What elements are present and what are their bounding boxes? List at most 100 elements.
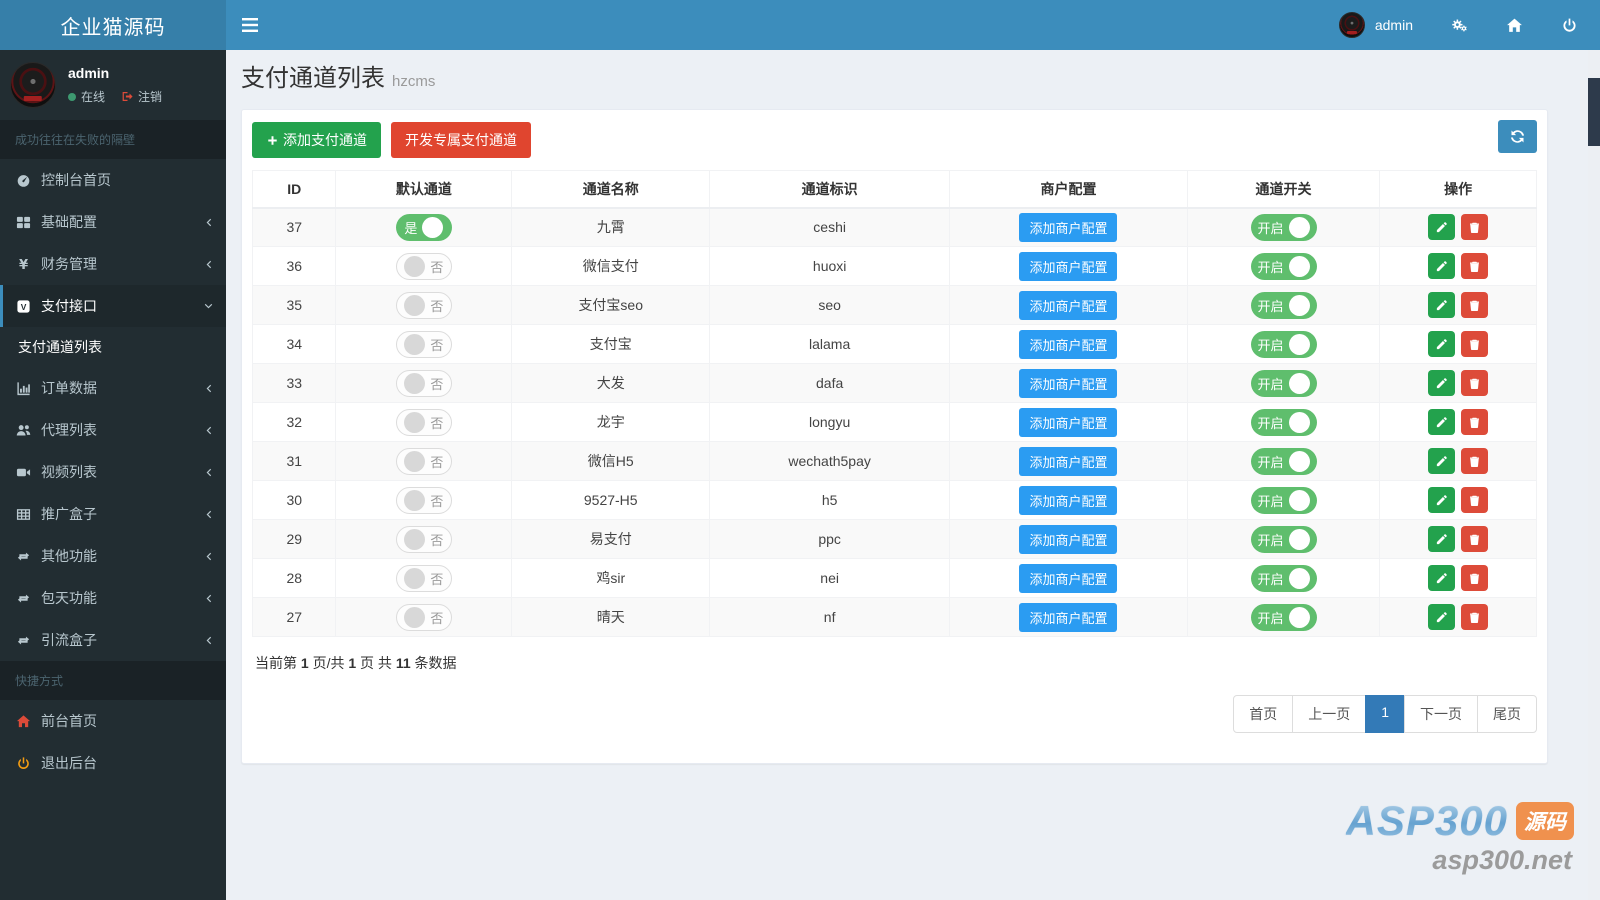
sidebar-toggle-button[interactable] bbox=[226, 0, 274, 50]
sidebar-item-exit-backend[interactable]: 退出后台 bbox=[0, 742, 226, 784]
delete-button[interactable] bbox=[1461, 292, 1488, 318]
pagination-prev[interactable]: 上一页 bbox=[1292, 695, 1366, 733]
add-merchant-config-button[interactable]: 添加商户配置 bbox=[1019, 447, 1117, 476]
sidebar-item-promo-box[interactable]: 推广盒子 bbox=[0, 493, 226, 535]
refresh-button[interactable] bbox=[1498, 120, 1537, 153]
sidebar-item-traffic-box[interactable]: 引流盒子 bbox=[0, 619, 226, 661]
delete-button[interactable] bbox=[1461, 526, 1488, 552]
delete-button[interactable] bbox=[1461, 409, 1488, 435]
add-channel-button[interactable]: 添加支付通道 bbox=[252, 122, 381, 158]
edit-button[interactable] bbox=[1428, 487, 1455, 513]
scrollbar[interactable] bbox=[1588, 50, 1600, 900]
add-merchant-config-button[interactable]: 添加商户配置 bbox=[1019, 252, 1117, 281]
sidebar-item-other-functions[interactable]: 其他功能 bbox=[0, 535, 226, 577]
delete-button[interactable] bbox=[1461, 253, 1488, 279]
default-channel-toggle[interactable]: 否 bbox=[396, 292, 452, 319]
cell-default: 是 bbox=[336, 208, 512, 247]
pagination-last[interactable]: 尾页 bbox=[1477, 695, 1537, 733]
sidebar-item-finance[interactable]: ¥财务管理 bbox=[0, 243, 226, 285]
add-merchant-config-button[interactable]: 添加商户配置 bbox=[1019, 564, 1117, 593]
edit-button[interactable] bbox=[1428, 331, 1455, 357]
default-channel-toggle[interactable]: 否 bbox=[396, 409, 452, 436]
delete-button[interactable] bbox=[1461, 214, 1488, 240]
channel-switch-toggle[interactable]: 开启 bbox=[1251, 253, 1317, 280]
edit-button[interactable] bbox=[1428, 409, 1455, 435]
default-channel-toggle[interactable]: 否 bbox=[396, 370, 452, 397]
channel-switch-toggle[interactable]: 开启 bbox=[1251, 487, 1317, 514]
edit-button[interactable] bbox=[1428, 370, 1455, 396]
default-channel-toggle[interactable]: 否 bbox=[396, 565, 452, 592]
sidebar-item-video-list[interactable]: 视频列表 bbox=[0, 451, 226, 493]
channel-switch-toggle[interactable]: 开启 bbox=[1251, 331, 1317, 358]
delete-button[interactable] bbox=[1461, 604, 1488, 630]
cell-actions bbox=[1380, 325, 1537, 364]
default-channel-toggle[interactable]: 否 bbox=[396, 448, 452, 475]
delete-button[interactable] bbox=[1461, 331, 1488, 357]
delete-button[interactable] bbox=[1461, 370, 1488, 396]
sidebar-item-label: 视频列表 bbox=[41, 462, 97, 482]
plus-icon bbox=[266, 134, 279, 147]
svg-text:¥: ¥ bbox=[19, 258, 28, 272]
default-channel-toggle[interactable]: 否 bbox=[396, 526, 452, 553]
delete-button[interactable] bbox=[1461, 565, 1488, 591]
table-row: 31否微信H5wechath5pay添加商户配置开启 bbox=[253, 442, 1537, 481]
brand-logo[interactable]: 企业猫源码 bbox=[0, 0, 226, 50]
channel-switch-toggle[interactable]: 开启 bbox=[1251, 214, 1317, 241]
channel-switch-toggle[interactable]: 开启 bbox=[1251, 526, 1317, 553]
delete-button[interactable] bbox=[1461, 487, 1488, 513]
channel-switch-toggle[interactable]: 开启 bbox=[1251, 565, 1317, 592]
delete-button[interactable] bbox=[1461, 448, 1488, 474]
sidebar-item-order-data[interactable]: 订单数据 bbox=[0, 367, 226, 409]
add-merchant-config-button[interactable]: 添加商户配置 bbox=[1019, 525, 1117, 554]
add-merchant-config-button[interactable]: 添加商户配置 bbox=[1019, 603, 1117, 632]
edit-button[interactable] bbox=[1428, 214, 1455, 240]
add-merchant-config-button[interactable]: 添加商户配置 bbox=[1019, 408, 1117, 437]
dashboard-icon bbox=[15, 173, 32, 188]
sidebar-item-dashboard[interactable]: 控制台首页 bbox=[0, 159, 226, 201]
sidebar-item-daypass-functions[interactable]: 包天功能 bbox=[0, 577, 226, 619]
sidebar-item-frontend-home[interactable]: 前台首页 bbox=[0, 700, 226, 742]
pagination-page-1[interactable]: 1 bbox=[1365, 695, 1405, 733]
default-channel-toggle[interactable]: 否 bbox=[396, 331, 452, 358]
navbar-user-menu[interactable]: admin bbox=[1339, 12, 1413, 38]
default-channel-toggle[interactable]: 否 bbox=[396, 487, 452, 514]
sidebar-item-basic-config[interactable]: 基础配置 bbox=[0, 201, 226, 243]
channel-switch-toggle[interactable]: 开启 bbox=[1251, 292, 1317, 319]
default-channel-toggle[interactable]: 否 bbox=[396, 604, 452, 631]
sidebar-subitem-payment-channel-list[interactable]: 支付通道列表 bbox=[0, 327, 226, 367]
channel-switch-toggle[interactable]: 开启 bbox=[1251, 604, 1317, 631]
add-merchant-config-button[interactable]: 添加商户配置 bbox=[1019, 330, 1117, 359]
dev-exclusive-channel-button[interactable]: 开发专属支付通道 bbox=[391, 122, 531, 158]
trash-icon bbox=[1468, 260, 1481, 273]
channel-switch-toggle[interactable]: 开启 bbox=[1251, 448, 1317, 475]
default-channel-toggle[interactable]: 否 bbox=[396, 253, 452, 280]
edit-button[interactable] bbox=[1428, 565, 1455, 591]
edit-button[interactable] bbox=[1428, 292, 1455, 318]
sidebar-item-payment-api[interactable]: V支付接口 bbox=[0, 285, 226, 327]
cell-actions bbox=[1380, 364, 1537, 403]
add-merchant-config-button[interactable]: 添加商户配置 bbox=[1019, 369, 1117, 398]
cell-id: 37 bbox=[253, 208, 336, 247]
scrollbar-thumb[interactable] bbox=[1588, 78, 1600, 146]
edit-button[interactable] bbox=[1428, 526, 1455, 552]
logout-link[interactable]: 注销 bbox=[121, 88, 162, 105]
add-merchant-config-button[interactable]: 添加商户配置 bbox=[1019, 291, 1117, 320]
pagination-first[interactable]: 首页 bbox=[1233, 695, 1293, 733]
edit-button[interactable] bbox=[1428, 448, 1455, 474]
power-icon[interactable] bbox=[1561, 17, 1578, 34]
default-channel-toggle[interactable]: 是 bbox=[396, 214, 452, 241]
trash-icon bbox=[1468, 416, 1481, 429]
settings-gears-icon[interactable] bbox=[1451, 17, 1468, 34]
home-icon[interactable] bbox=[1506, 17, 1523, 34]
channel-switch-toggle[interactable]: 开启 bbox=[1251, 409, 1317, 436]
edit-button[interactable] bbox=[1428, 253, 1455, 279]
add-merchant-config-button[interactable]: 添加商户配置 bbox=[1019, 213, 1117, 242]
cell-default: 否 bbox=[336, 286, 512, 325]
channel-switch-toggle[interactable]: 开启 bbox=[1251, 370, 1317, 397]
main-content: 支付通道列表hzcms 添加支付通道 开发专属支付通道 bbox=[226, 50, 1588, 900]
sidebar-item-agent-list[interactable]: 代理列表 bbox=[0, 409, 226, 451]
edit-button[interactable] bbox=[1428, 604, 1455, 630]
add-merchant-config-button[interactable]: 添加商户配置 bbox=[1019, 486, 1117, 515]
pagination-next[interactable]: 下一页 bbox=[1404, 695, 1478, 733]
trash-icon bbox=[1468, 299, 1481, 312]
